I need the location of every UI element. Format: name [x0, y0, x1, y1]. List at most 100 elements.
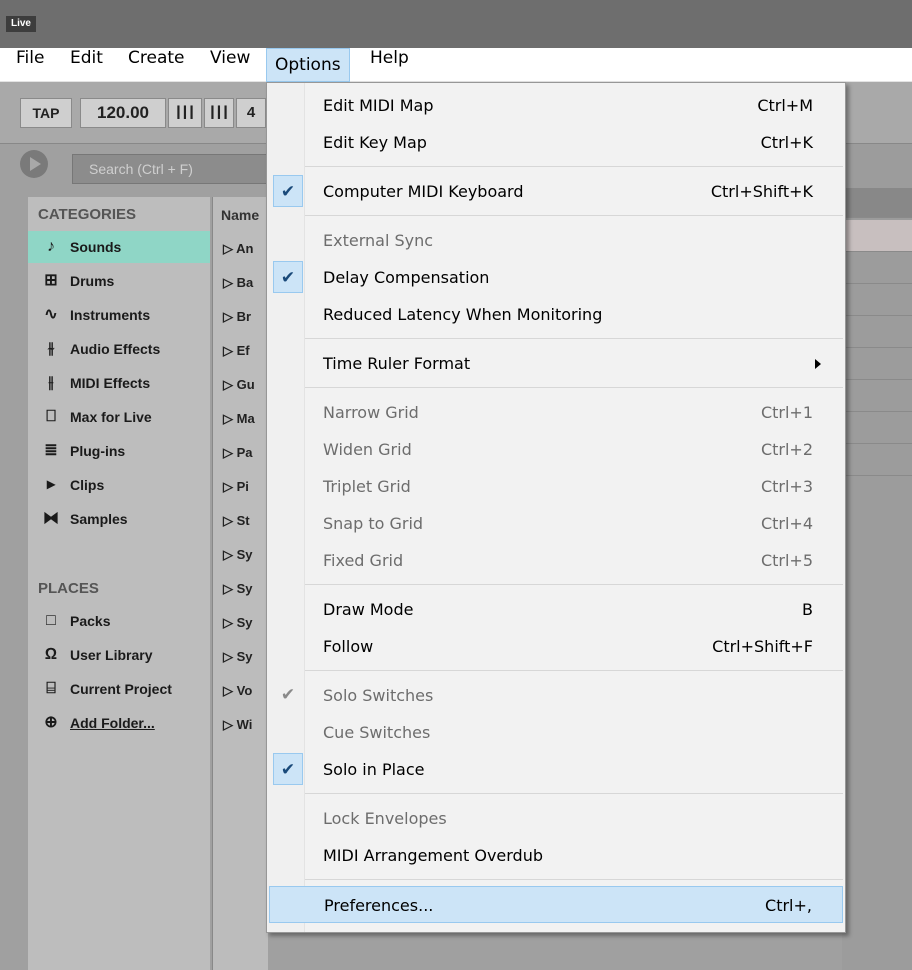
search-input[interactable]: Search (Ctrl + F)	[72, 154, 272, 184]
max-for-live-icon: ⎕	[46, 408, 56, 425]
menu-view[interactable]: View	[202, 48, 258, 82]
menu-item-label: Time Ruler Format	[323, 354, 471, 373]
menu-item-time-ruler-format[interactable]: Time Ruler Format	[269, 345, 843, 382]
browser-list-item[interactable]: ▷ St	[223, 513, 250, 529]
menu-separator	[305, 387, 843, 388]
menu-edit[interactable]: Edit	[62, 48, 111, 82]
browser-list-item[interactable]: ▷ Pi	[223, 479, 249, 495]
category-plug-ins[interactable]: ≣ Plug-ins	[28, 435, 210, 467]
menu-item-solo-in-place[interactable]: ✔ Solo in Place	[269, 751, 843, 788]
track-row[interactable]	[842, 220, 912, 252]
category-label: Sounds	[70, 239, 122, 255]
menu-item-narrow-grid[interactable]: Narrow Grid Ctrl+1	[269, 394, 843, 431]
tap-button[interactable]: TAP	[20, 98, 72, 128]
menu-options[interactable]: Options	[266, 48, 350, 82]
menu-item-computer-midi-keyboard[interactable]: ✔ Computer MIDI Keyboard Ctrl+Shift+K	[269, 173, 843, 210]
menu-item-label: Narrow Grid	[323, 403, 419, 422]
plug-in-icon: ≣	[44, 442, 58, 459]
checkmark-icon: ✔	[273, 753, 303, 785]
menu-item-midi-arrangement-overdub[interactable]: MIDI Arrangement Overdub	[269, 837, 843, 874]
menu-item-cue-switches[interactable]: Cue Switches	[269, 714, 843, 751]
menu-help[interactable]: Help	[362, 48, 417, 82]
current-project-icon: ⌸	[46, 680, 56, 697]
browser-list-item[interactable]: ▷ Ma	[223, 411, 255, 427]
menu-item-label: Solo Switches	[323, 686, 434, 705]
menu-item-solo-switches[interactable]: ✔ Solo Switches	[269, 677, 843, 714]
menu-item-lock-envelopes[interactable]: Lock Envelopes	[269, 800, 843, 837]
pack-icon: □	[46, 612, 56, 629]
signature-numerator-field[interactable]: 4	[236, 98, 266, 128]
place-label: Add Folder...	[70, 715, 155, 731]
track-row[interactable]	[842, 380, 912, 412]
browser-list-item[interactable]: ▷ Sy	[223, 547, 253, 563]
place-user-library[interactable]: Ω User Library	[28, 639, 210, 671]
menu-item-external-sync[interactable]: External Sync	[269, 222, 843, 259]
menu-item-delay-compensation[interactable]: ✔ Delay Compensation	[269, 259, 843, 296]
menu-file[interactable]: File	[8, 48, 52, 82]
preview-play-icon[interactable]	[20, 150, 48, 178]
menu-item-shortcut: Ctrl+,	[765, 896, 812, 915]
menu-create[interactable]: Create	[120, 48, 193, 82]
browser-list-item[interactable]: ▷ Sy	[223, 581, 253, 597]
checkmark-icon: ✔	[273, 261, 303, 293]
menu-item-widen-grid[interactable]: Widen Grid Ctrl+2	[269, 431, 843, 468]
menu-item-edit-key-map[interactable]: Edit Key Map Ctrl+K	[269, 124, 843, 161]
tempo-field[interactable]: 120.00	[80, 98, 166, 128]
browser-list-item[interactable]: ▷ Br	[223, 309, 251, 325]
category-midi-effects[interactable]: ⫲ MIDI Effects	[28, 367, 210, 399]
browser-list-item[interactable]: ▷ Vo	[223, 683, 252, 699]
category-samples[interactable]: ⧓ Samples	[28, 503, 210, 535]
track-row[interactable]	[842, 252, 912, 284]
browser-list-item[interactable]: ▷ Ef	[223, 343, 250, 359]
menu-item-shortcut: Ctrl+Shift+F	[712, 637, 813, 656]
category-clips[interactable]: ▸ Clips	[28, 469, 210, 501]
menu-item-label: Snap to Grid	[323, 514, 424, 533]
checkmark-icon: ✔	[273, 175, 303, 207]
browser-list-item[interactable]: ▷ Pa	[223, 445, 253, 461]
track-row[interactable]	[842, 412, 912, 444]
menu-item-label: Cue Switches	[323, 723, 431, 742]
category-label: Max for Live	[70, 409, 152, 425]
place-packs[interactable]: □ Packs	[28, 605, 210, 637]
name-column-header[interactable]: Name	[221, 207, 259, 223]
category-drums[interactable]: ⊞ Drums	[28, 265, 210, 297]
menu-item-edit-midi-map[interactable]: Edit MIDI Map Ctrl+M	[269, 87, 843, 124]
place-current-project[interactable]: ⌸ Current Project	[28, 673, 210, 705]
track-row[interactable]	[842, 444, 912, 476]
menu-item-draw-mode[interactable]: Draw Mode B	[269, 591, 843, 628]
browser-list-item[interactable]: ▷ Gu	[223, 377, 255, 393]
track-row[interactable]	[842, 284, 912, 316]
waveform-icon: ∿	[44, 306, 58, 323]
browser-list-item[interactable]: ▷ Wi	[223, 717, 252, 733]
browser-list-item[interactable]: ▷ Sy	[223, 649, 253, 665]
place-add-folder-[interactable]: ⊕ Add Folder...	[28, 707, 210, 739]
menu-item-label: Solo in Place	[323, 760, 425, 779]
category-instruments[interactable]: ∿ Instruments	[28, 299, 210, 331]
category-sounds[interactable]: ♪ Sounds	[28, 231, 210, 263]
nudge-up-icon[interactable]: ┃┃┃	[204, 98, 234, 128]
browser-list-item[interactable]: ▷ An	[223, 241, 253, 257]
title-bar: Live	[0, 0, 912, 48]
menu-item-follow[interactable]: Follow Ctrl+Shift+F	[269, 628, 843, 665]
menu-item-label: MIDI Arrangement Overdub	[323, 846, 543, 865]
category-max-for-live[interactable]: ⎕ Max for Live	[28, 401, 210, 433]
menu-item-fixed-grid[interactable]: Fixed Grid Ctrl+5	[269, 542, 843, 579]
track-header-row	[842, 188, 912, 218]
places-header: PLACES	[38, 580, 99, 597]
track-row[interactable]	[842, 348, 912, 380]
category-audio-effects[interactable]: ⫳ Audio Effects	[28, 333, 210, 365]
browser-list-item[interactable]: ▷ Ba	[223, 275, 253, 291]
nudge-down-icon[interactable]: ┃┃┃	[168, 98, 202, 128]
category-label: Samples	[70, 511, 128, 527]
menu-item-shortcut: Ctrl+2	[760, 440, 813, 459]
app-logo: Live	[6, 16, 36, 32]
music-note-icon: ♪	[47, 238, 55, 255]
track-row[interactable]	[842, 316, 912, 348]
menu-item-reduced-latency-when-monitoring[interactable]: Reduced Latency When Monitoring	[269, 296, 843, 333]
browser-list-item[interactable]: ▷ Sy	[223, 615, 253, 631]
menu-item-snap-to-grid[interactable]: Snap to Grid Ctrl+4	[269, 505, 843, 542]
menu-item-triplet-grid[interactable]: Triplet Grid Ctrl+3	[269, 468, 843, 505]
menu-item-preferences[interactable]: Preferences... Ctrl+,	[269, 886, 843, 923]
checkmark-icon: ✔	[280, 685, 296, 705]
browser-name-column: Name ▷ An ▷ Ba ▷ Br ▷ Ef ▷ Gu ▷ Ma ▷ Pa ▷ Pi ▷ S…	[212, 197, 268, 970]
